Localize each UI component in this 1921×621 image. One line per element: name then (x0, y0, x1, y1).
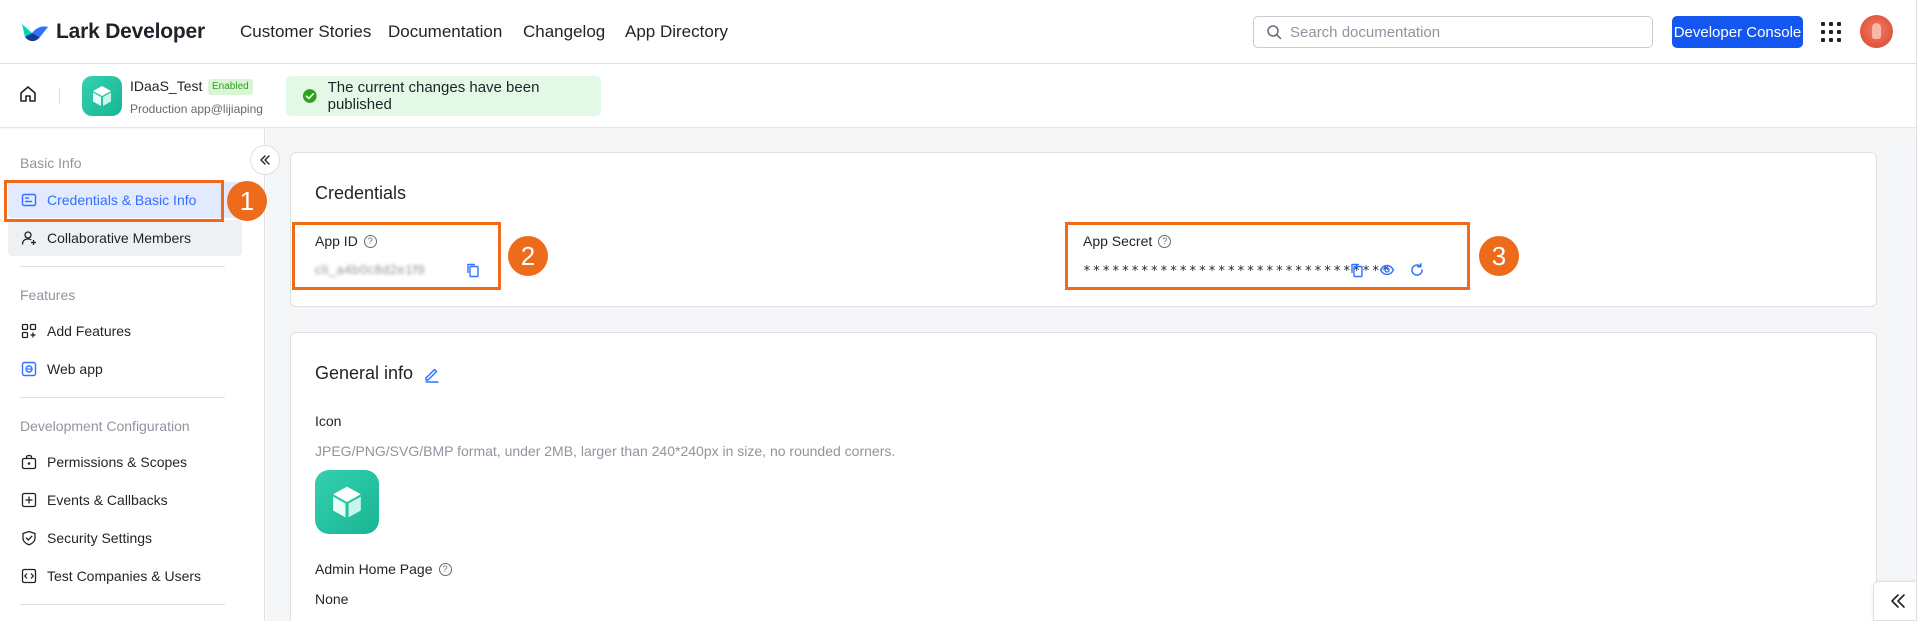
test-code-icon (21, 568, 37, 584)
app-name: IDaaS_Test (130, 78, 203, 94)
sidebar-item-label: Add Features (47, 323, 132, 339)
web-app-icon (21, 361, 37, 377)
credentials-title: Credentials (315, 183, 407, 203)
app-header: IDaaS_Test Enabled Production app@lijiap… (0, 64, 1916, 128)
search-input[interactable] (1290, 23, 1630, 41)
home-icon[interactable] (18, 84, 38, 104)
lark-logo-icon (22, 24, 48, 42)
events-icon (21, 492, 37, 508)
top-nav: Lark Developer Customer Stories Document… (0, 0, 1916, 64)
nav-link-changelog[interactable]: Changelog (523, 22, 605, 42)
divider (20, 397, 225, 398)
icon-label: Icon (315, 413, 342, 429)
permissions-icon (21, 454, 37, 470)
sidebar-item-label: Web app (47, 361, 103, 377)
general-info-title: General info (315, 363, 414, 383)
grid-plus-icon (21, 323, 37, 339)
section-title-development-configuration: Development Configuration (20, 418, 190, 434)
cube-icon (93, 86, 111, 106)
search-box[interactable] (1253, 16, 1653, 48)
app-icon (82, 76, 122, 116)
general-info-header: General info (315, 363, 441, 384)
sidebar-item-collaborative-members[interactable]: Collaborative Members (8, 220, 242, 256)
highlight-box-1 (4, 180, 224, 222)
developer-console-button[interactable]: Developer Console (1672, 16, 1803, 48)
sidebar-item-label: Test Companies & Users (47, 568, 202, 584)
chevron-double-left-icon (260, 155, 270, 165)
divider (59, 88, 60, 104)
expand-panel-button[interactable] (1873, 581, 1921, 621)
app-icon-preview[interactable] (315, 470, 379, 534)
user-avatar[interactable] (1860, 15, 1893, 48)
annotation-badge-3: 3 (1479, 236, 1519, 276)
status-badge: Enabled (208, 79, 253, 95)
section-title-features: Features (20, 287, 76, 303)
sidebar-item-add-features[interactable]: Add Features (8, 313, 242, 349)
sidebar-item-label: Permissions & Scopes (47, 454, 188, 470)
section-title-basic-info: Basic Info (20, 155, 82, 171)
annotation-badge-2: 2 (508, 236, 548, 276)
shield-icon (22, 530, 36, 546)
nav-link-documentation[interactable]: Documentation (388, 22, 502, 42)
user-add-icon (21, 231, 36, 245)
sidebar-item-label: Events & Callbacks (47, 492, 168, 508)
icon-hint: JPEG/PNG/SVG/BMP format, under 2MB, larg… (315, 443, 896, 459)
divider (20, 604, 225, 605)
toast-message: The current changes have been published (327, 79, 540, 113)
annotation-badge-1: 1 (227, 181, 267, 221)
highlight-box-2 (292, 222, 501, 290)
admin-home-value: None (315, 591, 349, 607)
divider (20, 266, 225, 267)
general-info-card: General info Icon JPEG/PNG/SVG/BMP forma… (290, 332, 1877, 621)
scrollbar-track[interactable] (1916, 0, 1921, 621)
brand-name: Lark Developer (56, 20, 205, 43)
brand-logo[interactable]: Lark Developer (20, 18, 205, 46)
admin-home-label: Admin Home Page ? (315, 561, 452, 577)
sidebar-item-label: Collaborative Members (47, 230, 191, 246)
highlight-box-3 (1065, 222, 1470, 290)
app-launcher-icon[interactable] (1820, 21, 1842, 43)
collapse-sidebar-button[interactable] (250, 145, 280, 175)
nav-link-customer-stories[interactable]: Customer Stories (240, 22, 371, 42)
sidebar-item-test-companies-users[interactable]: Test Companies & Users (8, 558, 242, 594)
chevron-double-left-icon (1890, 594, 1905, 608)
admin-home-label-text: Admin Home Page (315, 561, 433, 577)
app-subtitle: Production app@lijiaping (130, 102, 263, 116)
nav-link-app-directory[interactable]: App Directory (625, 22, 728, 42)
sidebar-item-web-app[interactable]: Web app (8, 351, 242, 387)
publish-toast: The current changes have been published (286, 76, 601, 116)
edit-icon[interactable] (423, 365, 441, 383)
cube-icon (333, 486, 361, 518)
sidebar-item-security-settings[interactable]: Security Settings (8, 520, 242, 556)
check-circle-icon (302, 89, 317, 103)
sidebar-item-label: Security Settings (47, 530, 153, 546)
help-icon[interactable]: ? (438, 562, 452, 576)
search-icon (1267, 25, 1282, 40)
sidebar-item-events-callbacks[interactable]: Events & Callbacks (8, 482, 242, 518)
sidebar-item-permissions-scopes[interactable]: Permissions & Scopes (8, 444, 242, 480)
